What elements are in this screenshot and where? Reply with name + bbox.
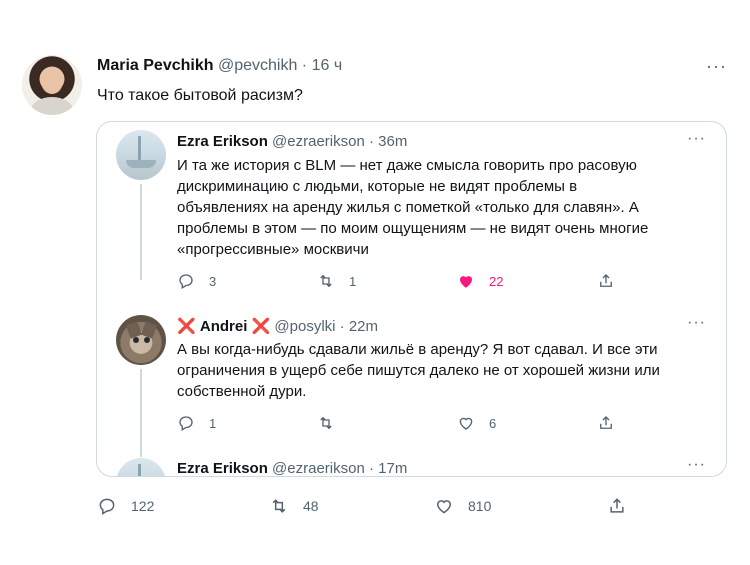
quoted-time[interactable]: 36m xyxy=(378,133,407,150)
tweet: Maria Pevchikh @pevchikh · 16 ч ··· Что … xyxy=(0,0,750,565)
quoted-time[interactable]: 22m xyxy=(349,318,378,335)
cross-mark-icon: ❌ xyxy=(251,318,271,335)
quoted-avatar-andrei[interactable] xyxy=(116,315,166,365)
quoted-thread-card[interactable]: Ezra Erikson @ezraerikson · 36m ··· И та… xyxy=(96,121,727,477)
retweet-button[interactable] xyxy=(317,414,349,432)
retweet-icon xyxy=(320,274,332,288)
quoted-author-name[interactable]: Andrei xyxy=(200,318,248,335)
avatar-mast xyxy=(138,464,141,476)
heart-icon xyxy=(460,276,472,288)
share-icon xyxy=(610,498,624,513)
like-count: 22 xyxy=(489,273,504,289)
avatar-ear xyxy=(125,321,143,339)
retweet-button[interactable]: 48 xyxy=(269,496,319,516)
tweet-header: Maria Pevchikh @pevchikh · 16 ч xyxy=(97,57,342,75)
heart-icon xyxy=(459,417,473,430)
retweet-icon xyxy=(272,499,286,513)
thread-line xyxy=(140,184,142,280)
avatar-body xyxy=(30,97,74,115)
reply-count: 1 xyxy=(209,415,217,431)
author-avatar[interactable] xyxy=(22,55,82,115)
reply-button[interactable]: 3 xyxy=(177,272,216,290)
text-line: И та же история с BLM — нет даже смысла … xyxy=(177,157,637,174)
more-icon[interactable]: ··· xyxy=(687,314,706,332)
quoted-text: А вы когда-нибудь сдавали жильё в аренду… xyxy=(177,339,697,402)
text-line: собственной дури. xyxy=(177,383,307,400)
quoted-author-handle[interactable]: @ezraerikson xyxy=(272,460,365,476)
avatar-face xyxy=(41,68,63,94)
retweet-button[interactable]: 1 xyxy=(317,272,356,290)
share-icon xyxy=(600,274,612,287)
retweet-count: 48 xyxy=(303,498,319,514)
separator: · xyxy=(368,133,374,150)
more-icon[interactable]: ··· xyxy=(687,456,706,474)
quoted-header: Ezra Erikson @ezraerikson · 36m xyxy=(177,133,407,150)
text-line: проблемы в этом — по моим ощущениям — не… xyxy=(177,220,649,237)
separator: · xyxy=(368,460,374,477)
reply-button[interactable]: 1 xyxy=(177,414,216,432)
tweet-actions: 122 48 810 xyxy=(97,496,657,518)
like-button[interactable]: 22 xyxy=(457,272,503,290)
quoted-text: И та же история с BLM — нет даже смысла … xyxy=(177,155,697,260)
reply-button[interactable]: 122 xyxy=(97,496,154,516)
reply-count: 122 xyxy=(131,498,155,514)
tweet-time[interactable]: 16 ч xyxy=(312,57,343,74)
quoted-author-name[interactable]: Ezra Erikson xyxy=(177,133,268,150)
tweet-text: Что такое бытовой расизм? xyxy=(97,87,303,104)
like-button[interactable]: 810 xyxy=(434,496,491,516)
reply-count: 3 xyxy=(209,273,217,289)
reply-icon xyxy=(179,416,193,431)
share-icon xyxy=(600,416,612,429)
cross-mark-icon: ❌ xyxy=(177,318,196,335)
text-line: «прогрессивные» москвичи xyxy=(177,241,369,258)
separator: · xyxy=(339,318,345,335)
retweet-icon xyxy=(320,416,332,430)
like-count: 810 xyxy=(468,498,492,514)
quoted-author-handle[interactable]: @ezraerikson xyxy=(272,133,365,150)
avatar-eye xyxy=(133,337,139,343)
quoted-avatar-ezra[interactable] xyxy=(116,458,166,476)
reply-icon xyxy=(179,274,193,289)
author-name[interactable]: Maria Pevchikh xyxy=(97,57,214,74)
quoted-author-name[interactable]: Ezra Erikson xyxy=(177,460,268,476)
share-button[interactable] xyxy=(607,496,627,516)
share-button[interactable] xyxy=(597,272,615,290)
text-line: дискриминацию с людьми, которые не видят… xyxy=(177,178,578,195)
text-line: объявлениях на аренду жилья с пометкой «… xyxy=(177,199,639,216)
quoted-actions: 1 6 xyxy=(177,414,707,434)
quoted-time[interactable]: 17m xyxy=(378,460,407,476)
author-handle[interactable]: @pevchikh xyxy=(218,57,297,74)
avatar-eye xyxy=(144,337,150,343)
quoted-avatar-ezra[interactable] xyxy=(116,130,166,180)
text-line: ограничения в ущерб себе пишутся далеко … xyxy=(177,362,660,379)
reply-icon xyxy=(99,498,115,515)
thread-line xyxy=(140,369,142,457)
retweet-count: 1 xyxy=(349,273,357,289)
quoted-header: Ezra Erikson @ezraerikson · 17m xyxy=(177,460,407,477)
quoted-actions: 3 1 22 xyxy=(177,272,707,292)
quoted-author-handle[interactable]: @posylki xyxy=(274,318,335,335)
quoted-header: ❌ Andrei ❌ @posylki · 22m xyxy=(177,317,378,335)
avatar-ear xyxy=(140,321,158,339)
like-count: 6 xyxy=(489,415,497,431)
share-button[interactable] xyxy=(597,414,615,432)
heart-icon xyxy=(436,500,452,514)
more-icon[interactable]: ··· xyxy=(706,56,727,77)
text-line: А вы когда-нибудь сдавали жильё в аренду… xyxy=(177,341,658,358)
avatar-boat xyxy=(126,160,156,168)
more-icon[interactable]: ··· xyxy=(687,130,706,148)
like-button[interactable]: 6 xyxy=(457,414,496,432)
separator: · xyxy=(301,57,308,74)
